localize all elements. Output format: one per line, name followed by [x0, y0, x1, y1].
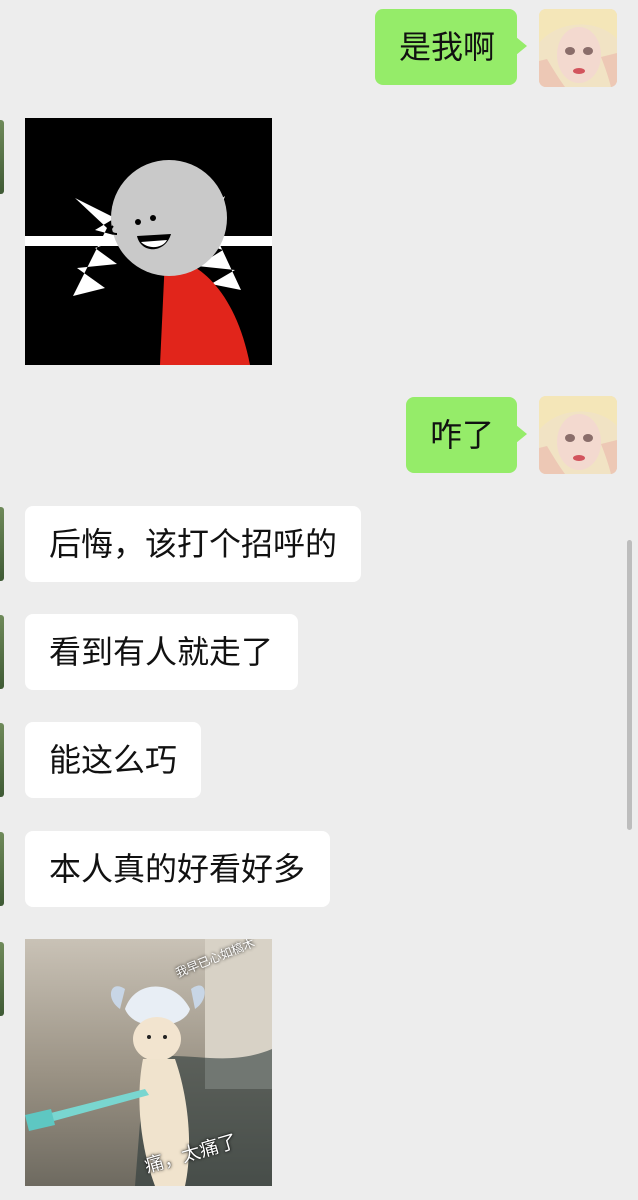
- contact-message-bubble[interactable]: 后悔，该打个招呼的: [25, 506, 361, 582]
- contact-avatar[interactable]: [0, 832, 4, 906]
- contact-avatar[interactable]: [0, 723, 4, 797]
- contact-avatar[interactable]: [0, 942, 4, 1016]
- contact-message-bubble[interactable]: 能这么巧: [25, 722, 201, 798]
- contact-avatar[interactable]: [0, 120, 4, 194]
- shocked-stickman-icon: [25, 118, 272, 365]
- my-avatar[interactable]: [539, 9, 617, 87]
- contact-avatar[interactable]: [0, 615, 4, 689]
- chat-view: 是我啊 咋了 后悔，该打个招呼的 看到有人就走了 能这么巧 本人真的好看好多 我…: [0, 0, 638, 1200]
- avatar-portrait-icon: [539, 9, 617, 87]
- contact-message-bubble[interactable]: 本人真的好看好多: [25, 831, 330, 907]
- my-message-bubble[interactable]: 咋了: [406, 397, 527, 473]
- meme-image[interactable]: 我早已心如槁木 痛，太痛了: [25, 939, 272, 1186]
- contact-message-bubble[interactable]: 看到有人就走了: [25, 614, 298, 690]
- avatar-portrait-icon: [539, 396, 617, 474]
- meme-image[interactable]: [25, 118, 272, 365]
- scrollbar[interactable]: [627, 540, 632, 830]
- my-avatar[interactable]: [539, 396, 617, 474]
- contact-avatar[interactable]: [0, 507, 4, 581]
- my-message-bubble[interactable]: 是我啊: [375, 9, 527, 85]
